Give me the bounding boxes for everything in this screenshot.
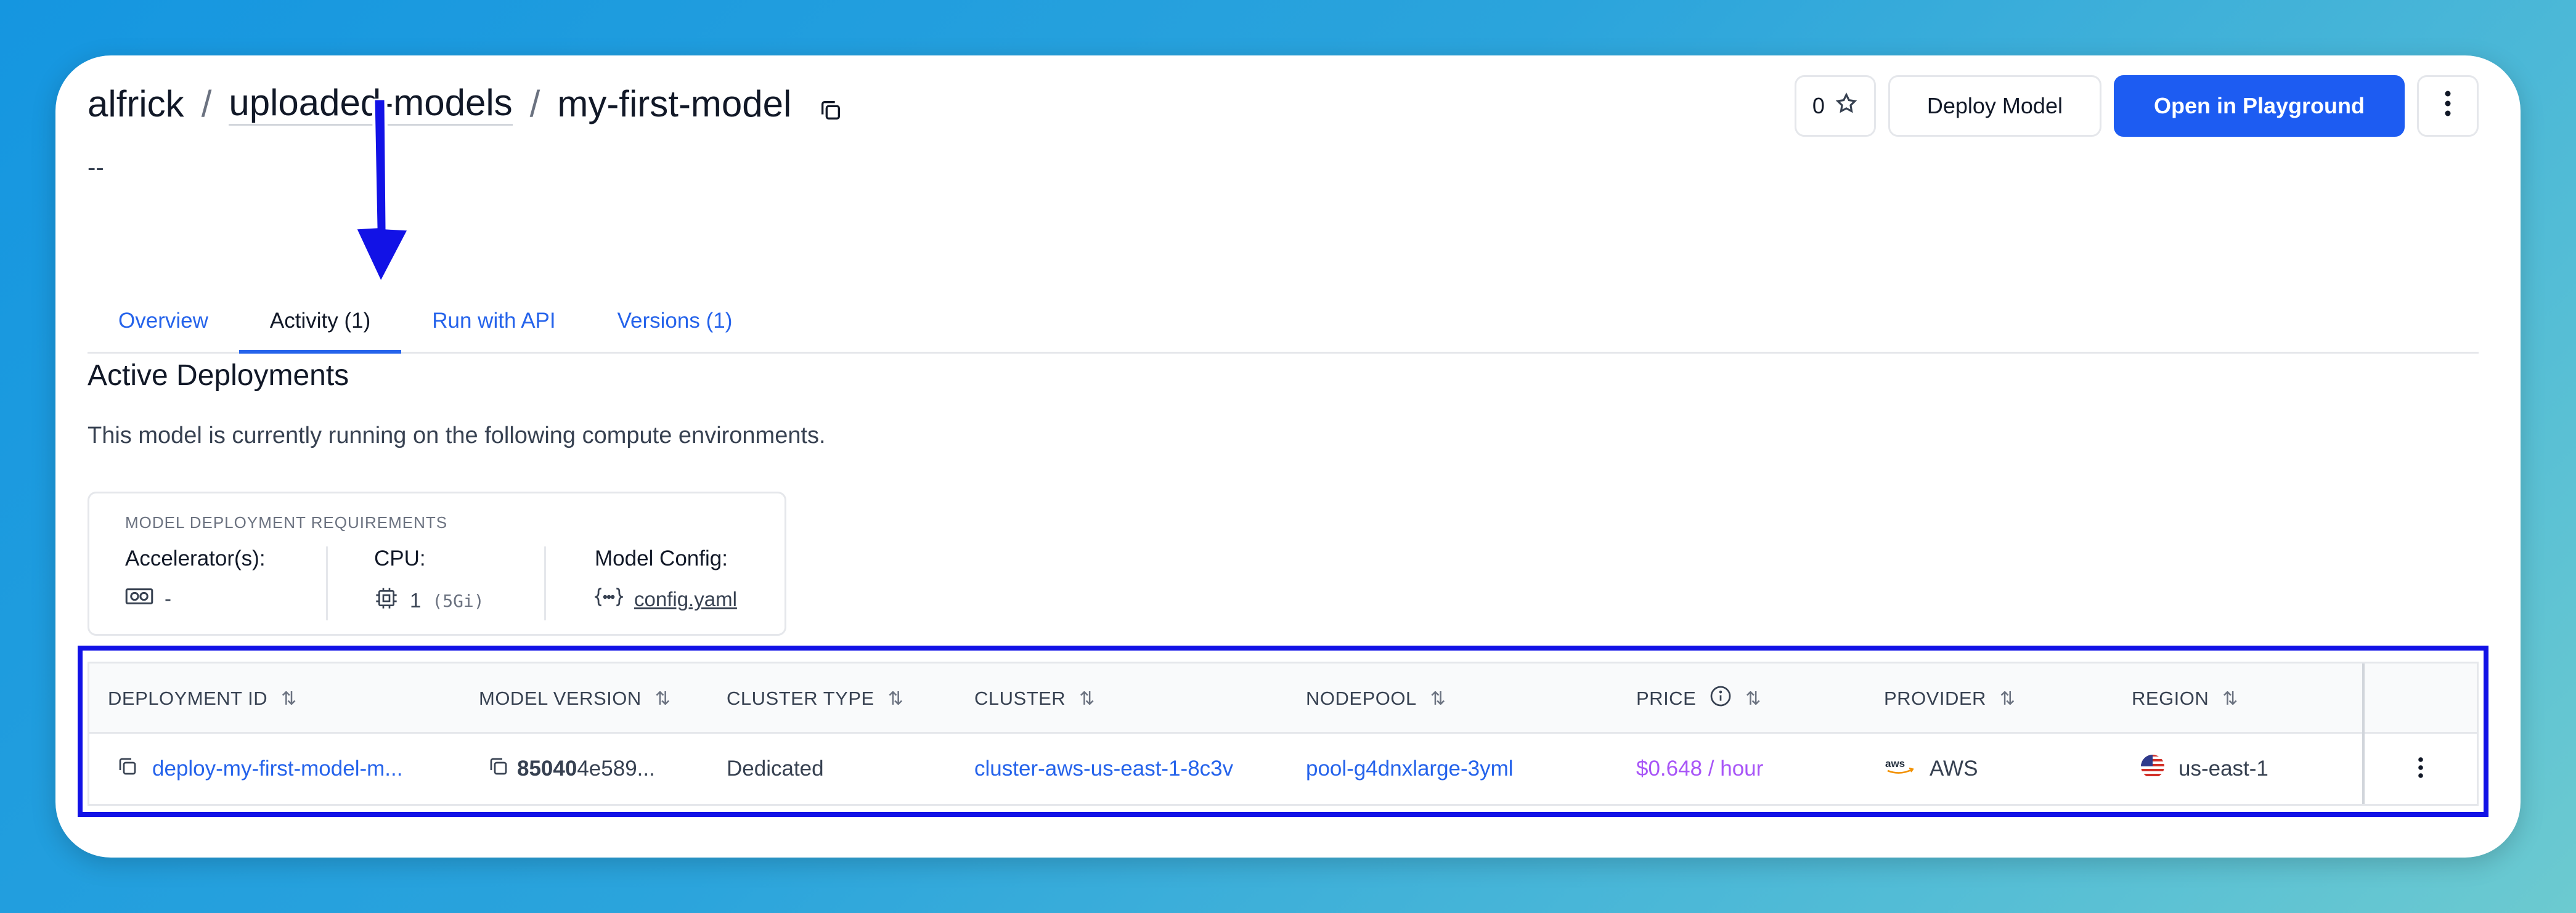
deployment-requirements-box: MODEL DEPLOYMENT REQUIREMENTS Accelerato… [88,492,786,636]
tab-activity[interactable]: Activity (1) [238,283,402,354]
tab-run-with-api[interactable]: Run with API [401,283,586,352]
deploy-model-button[interactable]: Deploy Model [1888,75,2101,137]
tab-versions[interactable]: Versions (1) [587,283,764,352]
code-braces-icon [593,586,625,613]
divider [544,546,546,620]
annotation-arrow [351,97,413,290]
accelerator-requirement: Accelerator(s): - [125,546,266,620]
model-page-card: alfrick / uploaded-models / my-first-mod… [55,55,2521,858]
breadcrumb: alfrick / uploaded-models / my-first-mod… [88,81,843,126]
model-config-label: Model Config: [595,546,728,570]
model-description: -- [88,154,104,181]
page-title: my-first-model [557,83,792,124]
section-subtitle: This model is currently running on the f… [88,423,826,448]
breadcrumb-separator: / [529,83,540,124]
cpu-value: 1 [410,589,422,612]
cpu-requirement: CPU: 1 (5Gi) [374,546,484,620]
cpu-memory: (5Gi) [432,590,484,611]
cpu-chip-icon [374,586,399,615]
header-actions: 0 Deploy Model Open in Playground [1794,75,2479,137]
tab-overview[interactable]: Overview [88,283,239,352]
more-options-button[interactable] [2417,75,2479,137]
model-config-requirement: Model Config: config.yaml [593,546,737,620]
star-count: 0 [1812,93,1825,118]
requirements-heading: MODEL DEPLOYMENT REQUIREMENTS [125,513,448,532]
more-vertical-icon [2444,90,2452,123]
accelerator-label: Accelerator(s): [125,546,266,570]
section-title: Active Deployments [88,359,349,392]
star-button[interactable]: 0 [1794,75,1876,137]
config-file-link[interactable]: config.yaml [634,588,737,611]
divider [326,546,328,620]
gpu-icon [125,586,153,612]
open-in-playground-button[interactable]: Open in Playground [2113,75,2405,137]
accelerator-value: - [165,587,171,610]
annotation-highlight-box [78,646,2488,817]
breadcrumb-separator: / [201,83,212,124]
copy-icon[interactable] [818,89,843,120]
breadcrumb-owner[interactable]: alfrick [88,83,184,125]
cpu-label: CPU: [374,546,426,570]
star-icon [1835,92,1858,121]
tab-bar: Overview Activity (1) Run with API Versi… [88,285,2479,354]
